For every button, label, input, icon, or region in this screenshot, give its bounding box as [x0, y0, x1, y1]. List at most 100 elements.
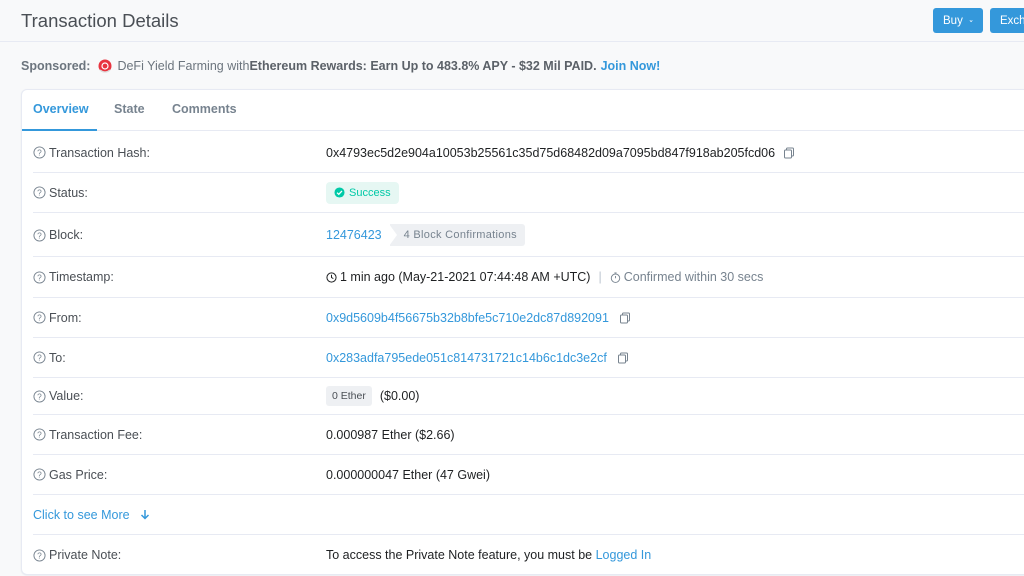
tab-state[interactable]: State	[114, 102, 145, 116]
row-value: To access the Private Note feature, you …	[326, 548, 651, 562]
timestamp-value: 1 min ago (May-21-2021 07:44:48 AM +UTC)	[340, 270, 591, 284]
row-label: ? Timestamp:	[33, 270, 114, 284]
check-circle-icon	[334, 187, 345, 198]
row-label: ? Transaction Fee:	[33, 428, 142, 442]
copy-icon[interactable]	[617, 352, 629, 364]
row-value: 0x9d5609b4f56675b32b8bfe5c710e2dc87d8920…	[326, 311, 631, 325]
row-label: ? Block:	[33, 228, 83, 242]
tab-bar: Overview State Comments	[22, 90, 1024, 131]
svg-text:?: ?	[37, 391, 42, 401]
private-note-label: Private Note:	[49, 548, 122, 562]
to-label: To:	[49, 350, 66, 365]
status-badge: Success	[326, 181, 399, 204]
gas-price-label: Gas Price:	[49, 467, 108, 482]
ether-amount-badge: 0 Ether	[326, 386, 372, 406]
row-transaction-hash: ? Transaction Hash: 0x4793ec5d2e904a1005…	[33, 133, 1024, 173]
svg-text:?: ?	[37, 147, 42, 157]
confirmed-within-text: Confirmed within 30 secs	[623, 270, 764, 284]
clock-icon	[326, 271, 337, 283]
buy-button[interactable]: Buy	[933, 8, 983, 33]
to-address-link[interactable]: 0x283adfa795ede051c814731721c14b6c1dc3e2…	[326, 351, 607, 365]
row-value-ether: ? Value: 0 Ether ($0.00)	[33, 378, 1024, 415]
svg-text:?: ?	[37, 352, 42, 362]
question-circle-icon[interactable]: ?	[33, 186, 46, 199]
question-circle-icon[interactable]: ?	[33, 548, 46, 562]
row-timestamp: ? Timestamp: 1 min ago (May-21-2021 07:4…	[33, 257, 1024, 298]
block-label: Block:	[49, 228, 84, 242]
row-see-more: Click to see More	[33, 495, 1024, 535]
gas-price-value: 0.000000047 Ether (47 Gwei)	[326, 467, 490, 482]
transaction-fee-label: Transaction Fee:	[49, 427, 143, 442]
question-circle-icon[interactable]: ?	[33, 428, 46, 441]
value-usd: ($0.00)	[379, 389, 420, 403]
row-label: ? Transaction Hash:	[33, 146, 150, 160]
svg-text:?: ?	[37, 312, 42, 322]
row-private-note: ? Private Note: To access the Private No…	[33, 535, 1024, 574]
svg-text:?: ?	[37, 550, 42, 560]
see-more-link[interactable]: Click to see More	[33, 508, 150, 522]
svg-text:?: ?	[37, 230, 42, 240]
row-value: 1 min ago (May-21-2021 07:44:48 AM +UTC)…	[326, 270, 763, 284]
row-value: 0 Ether ($0.00)	[326, 386, 419, 406]
status-value: Success	[349, 186, 391, 199]
transaction-card: Overview State Comments ? Transaction Ha…	[21, 89, 1024, 575]
value-label: Value:	[49, 389, 84, 403]
sponsored-banner: Sponsored: DeFi Yield Farming with Ether…	[21, 59, 660, 73]
question-circle-icon[interactable]: ?	[33, 146, 46, 159]
buy-button-label: Buy	[943, 14, 963, 27]
question-circle-icon[interactable]: ?	[33, 228, 46, 242]
row-from: ? From: 0x9d5609b4f56675b32b8bfe5c710e2d…	[33, 298, 1024, 338]
stopwatch-icon	[610, 271, 620, 283]
row-transaction-fee: ? Transaction Fee: 0.000987 Ether ($2.66…	[33, 415, 1024, 455]
row-label: ? From:	[33, 311, 82, 325]
logged-in-link[interactable]: Logged In	[596, 548, 652, 562]
status-label: Status:	[49, 185, 88, 200]
row-value: Success	[326, 181, 399, 204]
block-confirmations-badge: 4 Block Confirmations	[388, 224, 525, 246]
svg-text:?: ?	[37, 187, 42, 197]
svg-text:?: ?	[37, 429, 42, 439]
copy-icon[interactable]	[619, 312, 631, 324]
transaction-hash-value: 0x4793ec5d2e904a10053b25561c35d75d68482d…	[326, 145, 776, 160]
exchange-button-label: Exchange	[1000, 14, 1024, 27]
question-circle-icon[interactable]: ?	[33, 351, 46, 364]
transaction-fee-value: 0.000987 Ether ($2.66)	[326, 427, 455, 442]
page: Transaction Details Buy Exchange Sponsor…	[0, 0, 1024, 576]
row-status: ? Status: Success	[33, 173, 1024, 213]
row-label: ? Private Note:	[33, 548, 121, 562]
copy-icon[interactable]	[783, 147, 795, 159]
page-header: Transaction Details Buy Exchange	[0, 0, 1024, 42]
row-value: 0x4793ec5d2e904a10053b25561c35d75d68482d…	[326, 146, 795, 160]
question-circle-icon[interactable]: ?	[33, 311, 46, 324]
sponsored-label: Sponsored:	[21, 59, 91, 73]
question-circle-icon[interactable]: ?	[33, 270, 46, 284]
page-title: Transaction Details	[21, 10, 179, 31]
tab-comments[interactable]: Comments	[172, 102, 237, 116]
row-block: ? Block: 12476423 4 Block Confirmations	[33, 214, 1024, 257]
tab-overview[interactable]: Overview	[33, 102, 89, 116]
see-more-label: Click to see More	[33, 507, 130, 522]
from-label: From:	[49, 310, 82, 325]
row-value: 0.000000047 Ether (47 Gwei)	[326, 468, 490, 482]
chevron-down-icon	[969, 19, 973, 22]
row-label: ? Value:	[33, 389, 84, 403]
sponsored-text-bold: Ethereum Rewards: Earn Up to 483.8% APY …	[249, 59, 597, 73]
row-label: ? Status:	[33, 186, 88, 200]
sponsor-logo-icon	[98, 59, 112, 73]
row-value: 0.000987 Ether ($2.66)	[326, 428, 455, 442]
row-gas-price: ? Gas Price: 0.000000047 Ether (47 Gwei)	[33, 455, 1024, 495]
block-number-link[interactable]: 12476423	[326, 228, 382, 242]
join-now-link[interactable]: Join Now!	[601, 59, 661, 73]
private-note-text: To access the Private Note feature, you …	[326, 548, 596, 562]
exchange-button[interactable]: Exchange	[990, 8, 1024, 33]
separator: |	[598, 270, 602, 284]
row-value: 12476423 4 Block Confirmations	[326, 224, 525, 246]
from-address-link[interactable]: 0x9d5609b4f56675b32b8bfe5c710e2dc87d8920…	[326, 311, 609, 325]
sponsored-text: DeFi Yield Farming with	[117, 59, 250, 73]
svg-text:?: ?	[37, 272, 42, 282]
row-to: ? To: 0x283adfa795ede051c814731721c14b6c…	[33, 338, 1024, 378]
arrow-down-icon	[140, 510, 149, 520]
active-tab-indicator	[22, 129, 97, 131]
question-circle-icon[interactable]: ?	[33, 468, 46, 481]
question-circle-icon[interactable]: ?	[33, 389, 46, 403]
